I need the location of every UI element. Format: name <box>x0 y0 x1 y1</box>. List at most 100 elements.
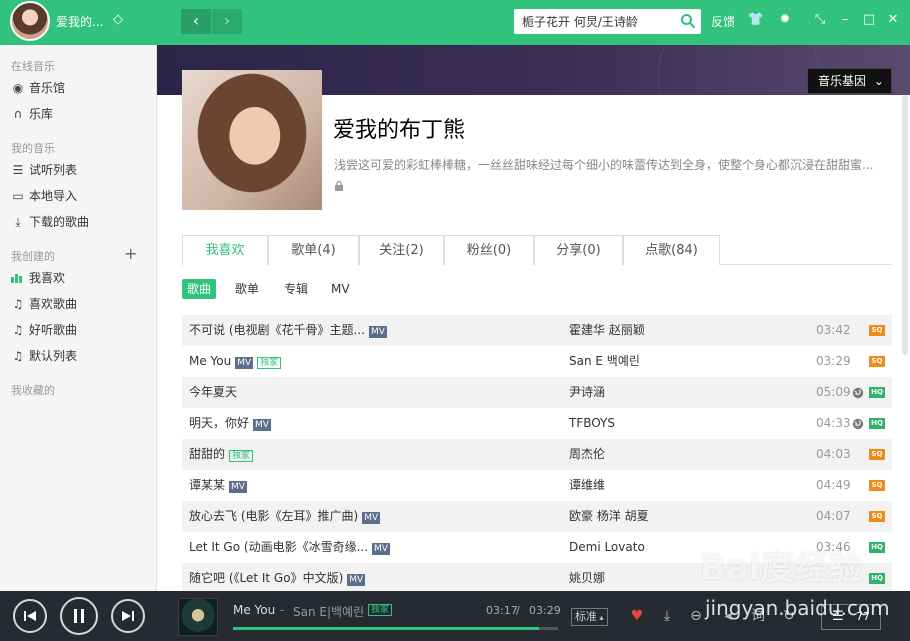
song-singer[interactable]: 尹诗涵 <box>569 377 605 408</box>
song-duration: 03:29 <box>816 354 851 368</box>
more-icon[interactable]: ⊖ <box>686 606 706 626</box>
profile-name: 爱我的布丁熊 <box>333 118 466 143</box>
song-singer[interactable]: Demi Lovato <box>569 532 645 563</box>
song-title[interactable]: 今年夏天 <box>189 377 237 408</box>
add-playlist-icon[interactable]: + <box>124 244 137 263</box>
song-singer[interactable]: 姚贝娜 <box>569 563 605 591</box>
sidebar-item-my-likes[interactable]: 我喜欢 <box>11 268 65 288</box>
song-row[interactable]: 今年夏天 尹诗涵 05:09 HQ <box>182 377 892 408</box>
song-title-text: 不可说 (电视剧《花千骨》主题... <box>189 323 365 337</box>
song-singer[interactable]: 谭维维 <box>569 470 605 501</box>
sidebar-item-library[interactable]: ∩ 乐库 <box>11 104 53 124</box>
song-title[interactable]: 明天，你好 MV <box>189 408 271 439</box>
mv-badge[interactable]: MV <box>362 512 381 524</box>
lock-icon <box>335 181 343 191</box>
profile-photo <box>182 70 322 210</box>
mini-mode-icon[interactable]: ⤡ <box>811 12 829 27</box>
song-row[interactable]: 谭某某 MV 谭维维 04:49 SQ <box>182 470 892 501</box>
song-title[interactable]: 放心去飞 (电影《左耳》推广曲) MV <box>189 501 381 532</box>
song-title[interactable]: Let It Go (动画电影《冰雪奇缘... MV <box>189 532 390 563</box>
album-cover[interactable] <box>178 598 218 636</box>
minimize-icon[interactable]: – <box>836 12 854 27</box>
song-title-text: Me You <box>189 354 232 368</box>
subtab-albums[interactable]: 专辑 <box>279 279 313 299</box>
song-row[interactable]: 明天，你好 MV TFBOYS 04:33 HQ <box>182 408 892 439</box>
previous-button[interactable] <box>13 599 47 633</box>
title-bar: 爱我的... ◇ ‹ › 反馈 👕 ✹ ⤡ – □ ✕ <box>0 0 910 45</box>
song-title[interactable]: 甜甜的 独家 <box>189 439 254 470</box>
tab-following[interactable]: 关注(2) <box>359 235 444 265</box>
search-input[interactable] <box>514 9 674 34</box>
song-title[interactable]: 随它吧 (《Let It Go》中文版) MV <box>189 563 366 591</box>
sidebar-item-label: 试听列表 <box>29 163 78 177</box>
sidebar-item-good-songs[interactable]: ♫ 好听歌曲 <box>11 320 77 340</box>
song-title-text: 今年夏天 <box>189 385 238 399</box>
music-note-icon: ♫ <box>12 349 24 363</box>
mv-badge[interactable]: MV <box>347 574 366 586</box>
subtab-songs[interactable]: 歌曲 <box>182 279 217 299</box>
song-row[interactable]: 不可说 (电视剧《花千骨》主题... MV 霍建华 赵丽颖 03:42 SQ <box>182 315 892 346</box>
sidebar-item-downloads[interactable]: ⤓ 下载的歌曲 <box>11 212 89 232</box>
song-row[interactable]: 甜甜的 独家 周杰伦 04:03 SQ <box>182 439 892 470</box>
mv-badge[interactable]: MV <box>372 543 390 555</box>
song-singer[interactable]: TFBOYS <box>569 408 615 439</box>
song-title-text: 明天，你好 <box>189 416 250 430</box>
song-singer[interactable]: 周杰伦 <box>569 439 605 470</box>
progress-bar[interactable] <box>233 627 558 630</box>
profile-description: 浅尝这可爱的彩虹棒棒糖，一丝丝甜味经过每个细小的味蕾传达到全身，使整个身心都沉浸… <box>334 158 874 172</box>
mv-badge[interactable]: MV <box>368 326 387 338</box>
now-playing-title[interactable]: Me You <box>233 603 275 617</box>
tab-shares[interactable]: 分享(0) <box>534 235 623 265</box>
forward-button[interactable]: › <box>212 9 242 34</box>
mv-badge[interactable]: MV <box>235 357 254 369</box>
song-singer[interactable]: 欧豪 杨洋 胡夏 <box>569 501 649 532</box>
scrollbar[interactable] <box>902 95 908 355</box>
music-note-icon: ♫ <box>12 323 24 337</box>
maximize-icon[interactable]: □ <box>860 12 878 27</box>
sidebar-item-liked-songs[interactable]: ♫ 喜欢歌曲 <box>11 294 77 314</box>
sidebar-item-trial-list[interactable]: ☰ 试听列表 <box>11 160 77 180</box>
username[interactable]: 爱我的... <box>56 13 103 30</box>
song-title[interactable]: 谭某某 MV <box>189 470 247 501</box>
song-row[interactable]: 放心去飞 (电影《左耳》推广曲) MV 欧豪 杨洋 胡夏 04:07 SQ <box>182 501 892 532</box>
sidebar-item-default-list[interactable]: ♫ 默认列表 <box>11 346 77 366</box>
sidebar-group-collected: 我收藏的 <box>11 384 55 397</box>
tab-followers[interactable]: 粉丝(0) <box>444 235 534 265</box>
song-singer[interactable]: 霍建华 赵丽颖 <box>569 315 645 346</box>
back-icon: ‹ <box>192 11 200 30</box>
tab-playlists[interactable]: 歌单(4) <box>268 235 359 265</box>
now-playing-artist[interactable]: San E|백예린 <box>293 603 364 620</box>
quality-selector[interactable]: 标准 ▴ <box>571 608 608 626</box>
mv-badge[interactable]: MV <box>229 481 247 493</box>
avatar[interactable] <box>10 1 50 41</box>
back-button[interactable]: ‹ <box>181 9 211 34</box>
close-icon[interactable]: ✕ <box>884 12 902 27</box>
vip-icon[interactable]: ◇ <box>113 12 123 27</box>
watermark-logo: Bai度经验 <box>700 548 863 588</box>
subtab-playlists[interactable]: 歌单 <box>230 279 264 299</box>
song-title[interactable]: 不可说 (电视剧《花千骨》主题... MV <box>189 315 387 346</box>
sq-quality-badge: SQ <box>869 449 885 460</box>
sidebar-item-music-hall[interactable]: ◉ 音乐馆 <box>11 78 65 98</box>
song-singer[interactable]: San E 백예린 <box>569 346 640 377</box>
tab-song-requests[interactable]: 点歌(84) <box>623 235 720 265</box>
profile-tabs: 我喜欢 歌单(4) 关注(2) 粉丝(0) 分享(0) 点歌(84) <box>182 235 892 266</box>
next-button[interactable] <box>111 599 145 633</box>
music-gene-button[interactable]: 音乐基因 ⌄ <box>807 68 892 94</box>
song-title-text: Let It Go (动画电影《冰雪奇缘... <box>189 540 369 554</box>
skin-icon[interactable]: 👕 <box>747 12 765 27</box>
settings-icon[interactable]: ✹ <box>776 12 794 27</box>
sidebar-item-label: 乐库 <box>29 107 54 121</box>
subtab-mv[interactable]: MV <box>326 279 355 299</box>
sidebar-item-local-import[interactable]: ▭ 本地导入 <box>11 186 77 206</box>
search-icon[interactable] <box>680 13 696 29</box>
feedback-link[interactable]: 反馈 <box>711 13 735 30</box>
song-title[interactable]: Me You MV 独家 <box>189 346 282 377</box>
pause-button[interactable] <box>60 597 98 635</box>
tab-my-likes[interactable]: 我喜欢 <box>182 235 268 266</box>
mv-badge[interactable]: MV <box>253 419 271 431</box>
song-row[interactable]: Me You MV 独家 San E 백예린 03:29 SQ <box>182 346 892 377</box>
globe-icon <box>852 418 864 430</box>
download-icon[interactable]: ⤓ <box>657 606 677 626</box>
like-icon[interactable]: ♥ <box>627 606 647 626</box>
